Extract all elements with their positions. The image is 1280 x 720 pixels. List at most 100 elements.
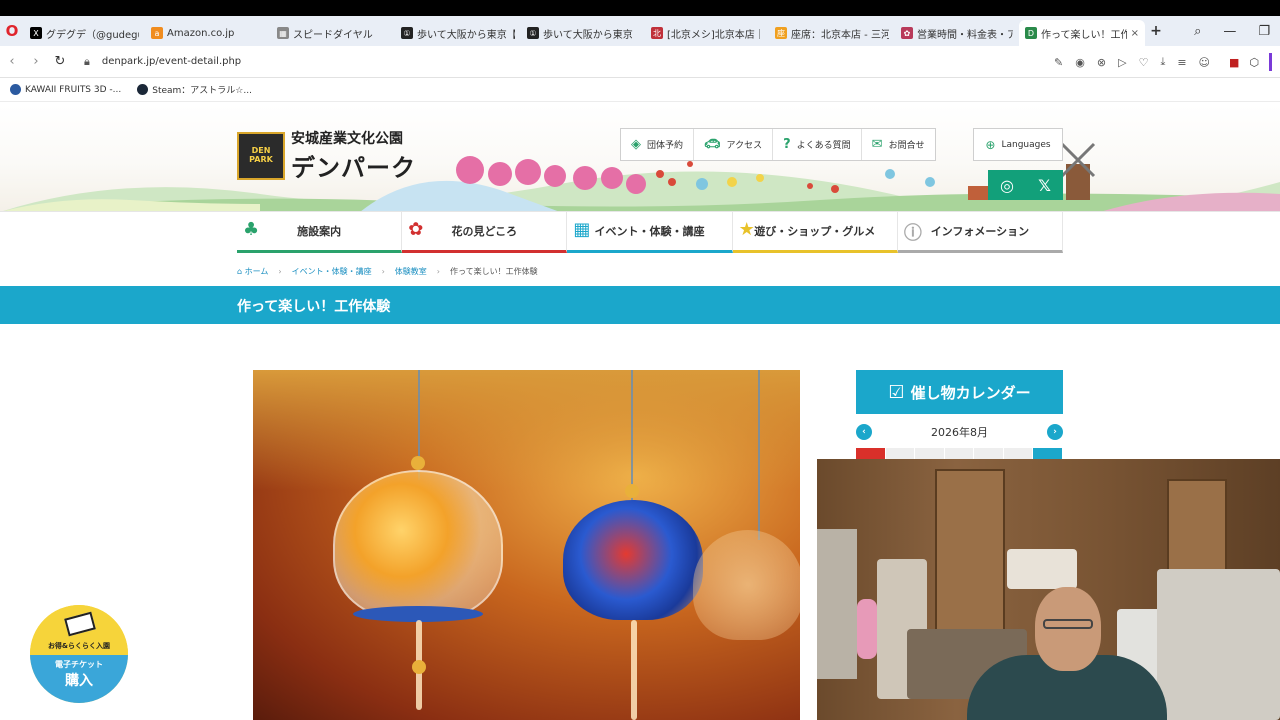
extension-red-icon[interactable]: ■ [1229,56,1239,69]
tab-favicon-icon: ✿ [901,27,913,39]
menu-icon[interactable]: ≡ [1177,56,1186,69]
tab-label: [北京メシ]北京本店｜安城 [667,29,763,41]
window-controls: ⌕ — ❐ [1194,16,1280,46]
star-icon: ★ [738,219,755,240]
util-access[interactable]: 🚗︎ アクセス [694,129,774,160]
extension-cube-icon[interactable]: ⬡ [1249,56,1259,69]
edit-icon[interactable]: ✎ [1054,56,1063,69]
nav-flowers[interactable]: ✿ 花の見どころ [402,212,568,253]
home-icon: ⌂ [237,266,243,276]
chevron-right-icon: › [436,266,440,276]
instagram-icon[interactable]: ◎ [1000,176,1014,195]
browser-tab[interactable]: ✿ 営業時間・料金表・アクセス [895,20,1019,46]
search-tabs-icon[interactable]: ⌕ [1194,24,1201,39]
sidebar-indicator [1269,53,1272,71]
site-header: DEN PARK 安城産業文化公園 デンパーク ◈ 団体予約 🚗︎ アクセス ?… [0,104,1280,212]
heart-icon[interactable]: ♡ [1139,56,1149,69]
hero-photo-wind-chimes [253,370,800,720]
address-bar: ‹ › ↻ 🔒︎ denpark.jp/event-detail.php ✎ ◉… [0,46,1280,78]
nav-events[interactable]: ▦ イベント・体験・講座 [567,212,733,253]
denpark-logo-mark: DEN PARK [237,131,285,180]
eticket-purchase-button[interactable]: お得&らくらく入園 電子チケット 購入 [30,605,128,703]
minimize-button[interactable]: — [1223,24,1236,39]
calendar-check-icon: ☑ [888,381,905,403]
breadcrumb-events[interactable]: イベント・体験・講座 [292,266,372,277]
new-tab-button[interactable]: + [1145,20,1167,42]
tab-label: グデグデ（@gudegude147） [46,29,139,41]
logo-subtitle: 安城産業文化公園 [291,131,403,147]
bookmark-item[interactable]: KAWAII FRUITS 3D -... [10,84,121,95]
tree-icon: ♣ [243,219,260,240]
globe-icon: ⊕ [985,137,996,152]
tab-favicon-icon: 北 [651,27,663,39]
url-field[interactable]: denpark.jp/event-detail.php [102,56,241,67]
languages-button[interactable]: ⊕ Languages [973,128,1063,161]
tab-favicon-icon: ① [527,27,539,39]
event-calendar-header: ☑ 催し物カレンダー [856,370,1063,414]
browser-tab[interactable]: D 作って楽しい！工作体験 × [1019,20,1145,46]
back-button[interactable]: ‹ [0,54,24,69]
car-icon: 🚗︎ [704,137,721,152]
forward-button[interactable]: › [24,54,48,69]
play-icon[interactable]: ▷ [1118,56,1126,69]
opera-logo-icon[interactable]: O [0,16,24,46]
util-faq[interactable]: ? よくある質問 [773,129,862,160]
calendar-next-button[interactable]: › [1047,424,1063,440]
utility-nav: ◈ 団体予約 🚗︎ アクセス ? よくある質問 ✉ お問合せ [620,128,936,161]
browser-tab[interactable]: 座座席：北京本店 - 三河安 [769,20,895,46]
os-top-bar [0,0,1280,16]
webcam-overlay [817,459,1280,720]
chevron-right-icon: › [278,266,282,276]
address-actions: ✎ ◉ ⊗ ▷ ♡ ⤓ ≡ ☺ [1054,46,1210,78]
tab-favicon-icon: ① [401,27,413,39]
info-icon: ⓘ [903,223,922,244]
tab-favicon-icon: 座 [775,27,787,39]
bookmarks-bar: KAWAII FRUITS 3D -... Steam：アストラル☆... [0,78,1280,102]
calendar-month: 2026年8月 [931,426,988,439]
ticket-icon: ◈ [631,137,641,152]
extensions: ■ ⬡ [1229,46,1272,78]
logo-title: デンパーク [291,154,416,182]
maximize-button[interactable]: ❐ [1258,24,1270,39]
calendar-prev-button[interactable]: ‹ [856,424,872,440]
breadcrumb: ⌂ ホーム › イベント・体験・講座 › 体験教室 › 作って楽しい！工作体験 [237,264,538,278]
browser-tab[interactable]: ▦ スピードダイヤル [271,20,395,46]
tab-label: 歩いて大阪から東京【ルート [543,29,639,41]
lock-icon[interactable]: 🔒︎ [84,55,90,69]
steam-icon [137,84,149,95]
adblock-icon[interactable]: ⊗ [1097,56,1106,69]
camera-icon[interactable]: ◉ [1075,56,1085,69]
chevron-right-icon: › [381,266,385,276]
app-root: O X グデグデ（@gudegude147） a Amazon.co.jp ▦ スピードダ… [0,0,1280,720]
breadcrumb-classes[interactable]: 体験教室 [395,266,427,277]
browser-tab[interactable]: a Amazon.co.jp [145,20,271,46]
title-band [0,286,1280,324]
bookmark-item[interactable]: Steam：アストラル☆... [137,83,252,96]
tab-label: スピードダイヤル [293,29,373,41]
social-links: ◎ 𝕏 [988,170,1063,200]
nav-play-shop-gourmet[interactable]: ★ 遊び・ショップ・グルメ [732,212,898,253]
download-icon[interactable]: ⤓ [1160,55,1165,69]
browser-tab[interactable]: 北 [北京メシ]北京本店｜安城 [645,20,769,46]
x-twitter-icon[interactable]: 𝕏 [1038,176,1051,195]
browser-tab[interactable]: ① 歩いて大阪から東京【ルート [521,20,645,46]
nav-information[interactable]: ⓘ インフォメーション [897,212,1064,253]
reload-button[interactable]: ↻ [48,54,72,69]
main-nav: ♣ 施設案内 ✿ 花の見どころ ▦ イベント・体験・講座 ★ 遊び・ショップ・グ… [237,212,1064,253]
calendar-nav: ‹ 2026年8月 › [856,422,1063,442]
tab-favicon-icon: a [151,27,163,39]
breadcrumb-home[interactable]: ⌂ ホーム [237,266,268,277]
util-contact[interactable]: ✉ お問合せ [862,129,935,160]
nav-facilities[interactable]: ♣ 施設案内 [237,212,403,253]
question-icon: ? [783,137,791,152]
util-group-reservation[interactable]: ◈ 団体予約 [621,129,695,160]
browser-tab[interactable]: ① 歩いて大阪から東京【徒歩 [395,20,521,46]
site-logo[interactable]: DEN PARK 安城産業文化公園 デンパーク [237,128,416,183]
tab-close-icon[interactable]: × [1131,28,1139,39]
tab-label: 歩いて大阪から東京【徒歩 [417,29,515,41]
browser-tab[interactable]: X グデグデ（@gudegude147） [24,20,145,46]
bookmark-favicon-icon [10,84,21,95]
tab-favicon-icon: D [1025,27,1037,39]
profile-icon[interactable]: ☺ [1199,56,1210,69]
tab-favicon-icon: ▦ [277,27,289,39]
